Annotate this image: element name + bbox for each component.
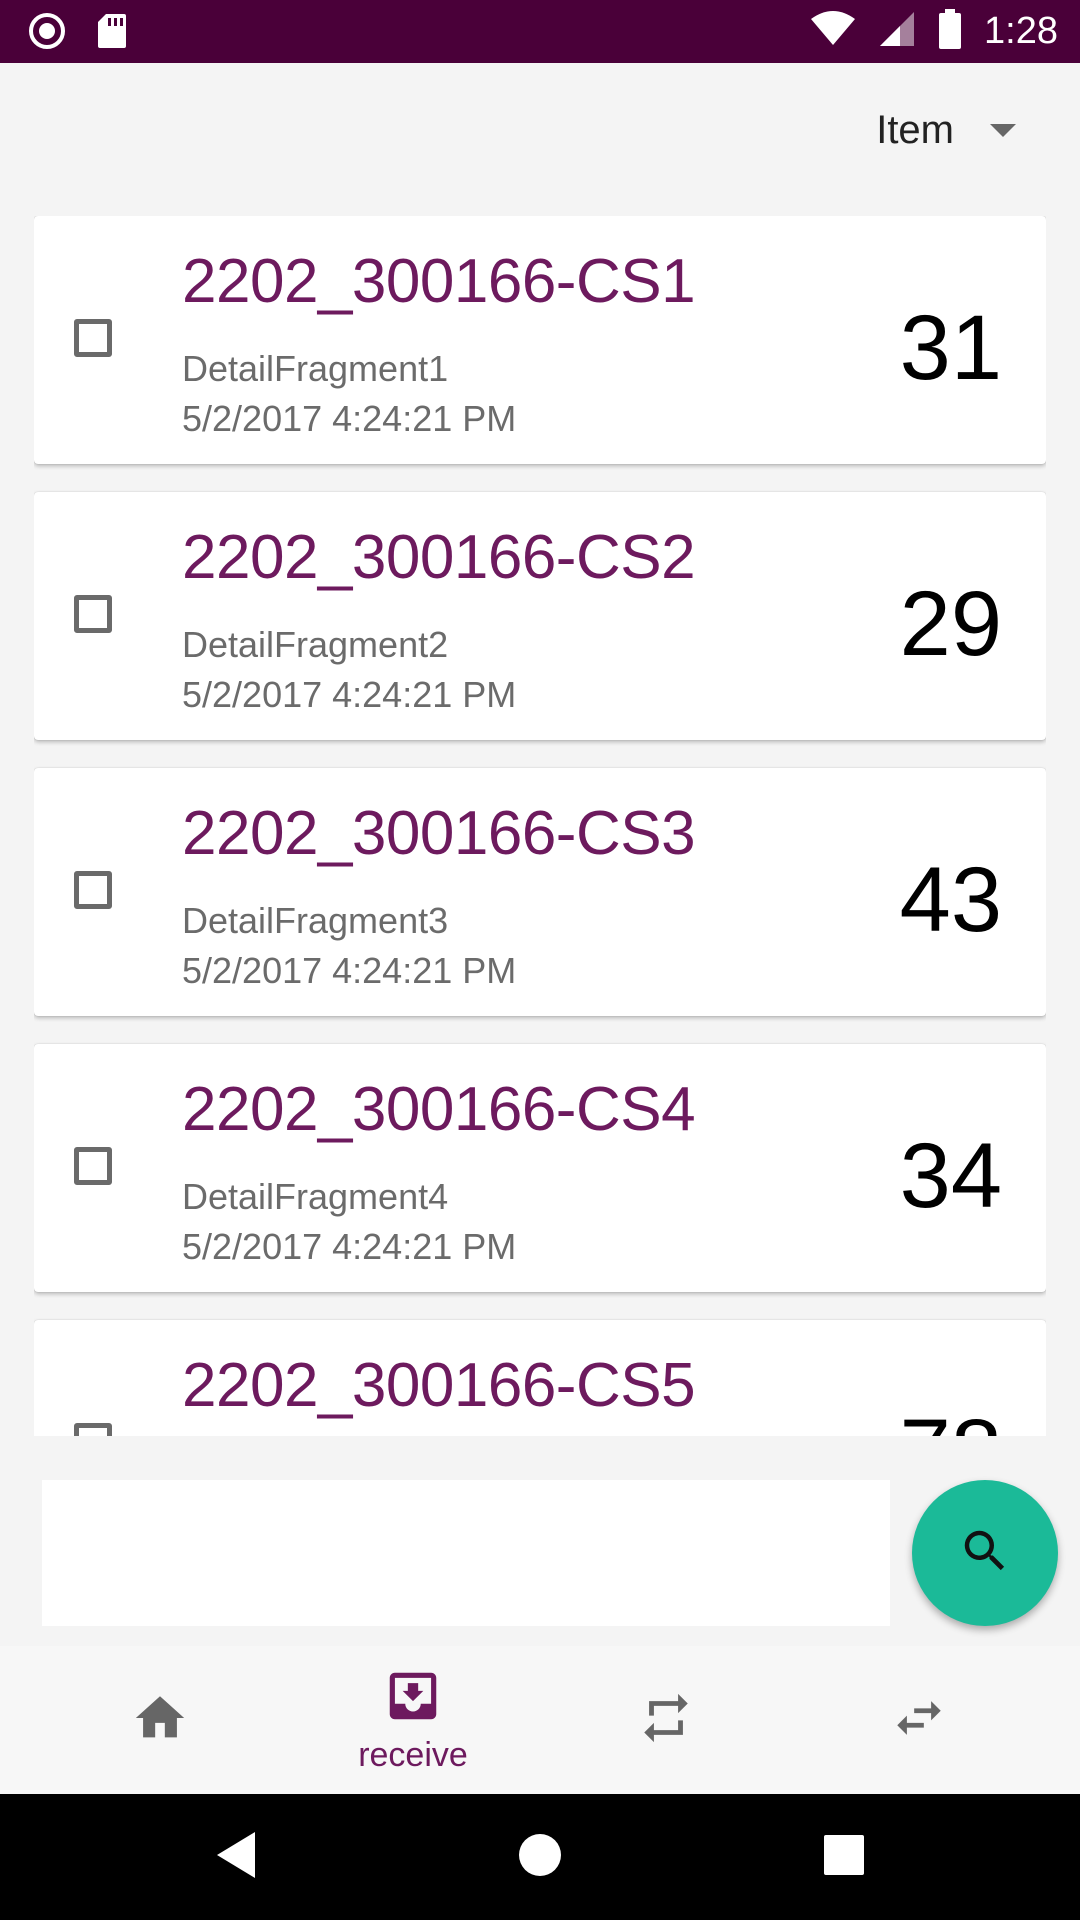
item-code: 2202_300166-CS5: [182, 1351, 696, 1420]
nav-receive-label: receive: [358, 1736, 468, 1774]
item-code: 2202_300166-CS2: [182, 523, 696, 592]
bottom-navigation: receive: [0, 1646, 1080, 1794]
list-item[interactable]: 2202_300166-CS5 78: [34, 1320, 1046, 1436]
status-bar: 1:28: [0, 0, 1080, 63]
nav-swap[interactable]: [784, 1646, 1054, 1794]
chevron-down-icon: [990, 124, 1016, 137]
item-code: 2202_300166-CS1: [182, 247, 696, 316]
list-item[interactable]: 2202_300166-CS1 DetailFragment1 5/2/2017…: [34, 216, 1046, 464]
item-quantity: 34: [899, 1125, 1002, 1227]
item-checkbox[interactable]: [74, 1147, 112, 1185]
sd-card-icon: [96, 12, 128, 55]
item-detail: DetailFragment3: [182, 900, 449, 941]
item-date: 5/2/2017 4:24:21 PM: [182, 398, 517, 439]
item-date: 5/2/2017 4:24:21 PM: [182, 1226, 517, 1267]
home-icon: [131, 1689, 189, 1752]
search-icon: [958, 1524, 1012, 1583]
search-input[interactable]: [42, 1480, 890, 1626]
list-item[interactable]: 2202_300166-CS3 DetailFragment3 5/2/2017…: [34, 768, 1046, 1016]
item-code: 2202_300166-CS4: [182, 1075, 696, 1144]
item-quantity: 43: [899, 849, 1002, 951]
item-date: 5/2/2017 4:24:21 PM: [182, 950, 517, 991]
item-date: 5/2/2017 4:24:21 PM: [182, 674, 517, 715]
item-checkbox[interactable]: [74, 595, 112, 633]
item-quantity: 29: [899, 573, 1002, 675]
home-system-button[interactable]: [480, 1794, 600, 1920]
wifi-icon: [810, 11, 856, 52]
battery-icon: [938, 9, 962, 54]
signal-icon: [878, 10, 916, 53]
item-checkbox[interactable]: [74, 319, 112, 357]
system-navigation-bar: [0, 1794, 1080, 1920]
item-filter-dropdown[interactable]: Item: [876, 108, 1016, 153]
square-recents-icon: [823, 1834, 865, 1881]
filter-selected-label: Item: [876, 108, 954, 152]
nav-receive[interactable]: receive: [278, 1646, 548, 1794]
item-quantity: 78: [900, 1400, 1002, 1436]
back-button[interactable]: [176, 1794, 296, 1920]
swap-icon: [890, 1689, 948, 1752]
item-checkbox[interactable]: [74, 1423, 112, 1436]
item-checkbox[interactable]: [74, 871, 112, 909]
list-item[interactable]: 2202_300166-CS2 DetailFragment2 5/2/2017…: [34, 492, 1046, 740]
clock: 1:28: [984, 10, 1058, 52]
nav-home[interactable]: [25, 1646, 295, 1794]
back-icon: [213, 1830, 259, 1885]
receive-icon: [382, 1665, 444, 1732]
nav-repeat[interactable]: [531, 1646, 801, 1794]
recents-button[interactable]: [784, 1794, 904, 1920]
repeat-icon: [637, 1689, 695, 1752]
item-detail: DetailFragment4: [182, 1176, 449, 1217]
circle-home-icon: [517, 1832, 563, 1883]
item-quantity: 31: [899, 297, 1002, 399]
item-detail: DetailFragment2: [182, 624, 449, 665]
search-button[interactable]: [912, 1480, 1058, 1626]
item-code: 2202_300166-CS3: [182, 799, 696, 868]
item-list[interactable]: 2202_300166-CS1 DetailFragment1 5/2/2017…: [34, 216, 1046, 1436]
item-detail: DetailFragment1: [182, 348, 449, 389]
record-icon: [28, 12, 66, 55]
list-item[interactable]: 2202_300166-CS4 DetailFragment4 5/2/2017…: [34, 1044, 1046, 1292]
